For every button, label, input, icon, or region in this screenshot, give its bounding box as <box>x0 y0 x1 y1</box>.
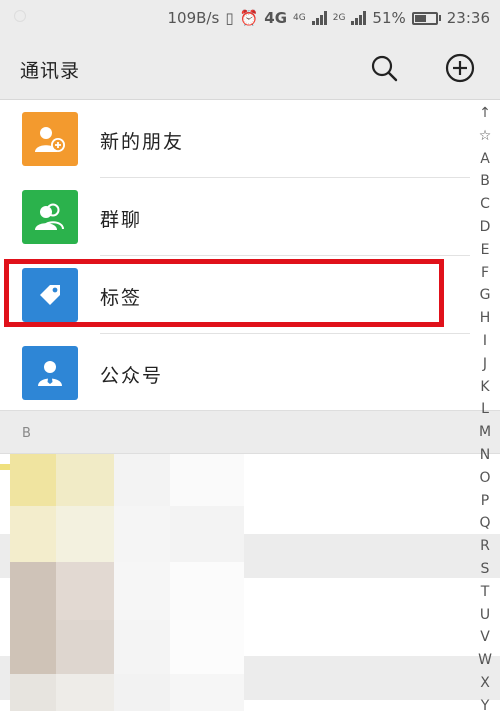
list-item-label: 公众号 <box>100 365 164 387</box>
index-letter[interactable]: C <box>480 193 490 216</box>
status-bar: 109B/s ▯ ⏰ 4G 4G 2G 51% 23:36 <box>0 0 500 36</box>
add-friend-icon <box>22 112 78 166</box>
index-letter[interactable]: ↑ <box>479 102 491 125</box>
battery-icon <box>411 11 441 25</box>
page-title: 通讯录 <box>20 60 81 82</box>
index-letter[interactable]: K <box>480 376 489 399</box>
app-header: 通讯录 <box>0 36 500 100</box>
index-letter[interactable]: J <box>483 353 487 376</box>
index-letter[interactable]: M <box>479 421 491 444</box>
add-button[interactable] <box>444 52 476 84</box>
index-letter[interactable]: A <box>480 148 490 171</box>
index-letter[interactable]: Q <box>479 512 490 535</box>
group-chat-icon <box>22 190 78 244</box>
index-letter[interactable]: U <box>480 604 490 627</box>
blurred-contacts <box>0 454 500 711</box>
highlight-annotation <box>4 259 444 327</box>
clock: 23:36 <box>446 9 490 27</box>
index-letter[interactable]: P <box>481 490 489 513</box>
index-letter[interactable]: R <box>480 535 490 558</box>
official-account-icon <box>22 346 78 400</box>
list-item-label: 群聊 <box>100 209 143 231</box>
index-letter[interactable]: H <box>480 307 491 330</box>
index-letter[interactable]: Y <box>481 695 490 711</box>
alphabet-index-bar[interactable]: ↑ ☆ A B C D E F G H I J K L M N O P Q R S T U V W X Y <box>470 100 500 711</box>
index-letter[interactable]: X <box>480 672 490 695</box>
section-header: B <box>0 410 500 454</box>
alarm-icon: ⏰ <box>239 9 259 27</box>
index-letter[interactable]: ☆ <box>479 125 492 148</box>
index-letter[interactable]: I <box>483 330 487 353</box>
index-letter[interactable]: F <box>481 262 489 285</box>
search-button[interactable] <box>368 52 400 84</box>
list-item-label: 新的朋友 <box>100 131 185 153</box>
signal-icon <box>311 11 327 25</box>
network-4g-label: 4G <box>264 9 288 27</box>
index-letter[interactable]: L <box>481 398 489 421</box>
signal-2g-icon <box>351 11 367 25</box>
index-letter[interactable]: G <box>480 284 491 307</box>
network-4g-small-label: 4G <box>293 13 306 23</box>
search-icon <box>371 55 398 82</box>
list-item-group-chats[interactable]: 群聊 <box>0 178 470 256</box>
vibrate-icon: ▯ <box>225 9 234 27</box>
index-letter[interactable]: T <box>481 581 490 604</box>
network-2g-label: 2G <box>332 13 346 23</box>
index-letter[interactable]: O <box>479 467 490 490</box>
index-letter[interactable]: D <box>480 216 491 239</box>
section-letter: B <box>22 426 31 441</box>
list-item-new-friends[interactable]: 新的朋友 <box>0 100 470 178</box>
battery-percent: 51% <box>372 9 406 27</box>
index-letter[interactable]: B <box>480 170 490 193</box>
index-letter[interactable]: N <box>480 444 490 467</box>
list-item-official-accounts[interactable]: 公众号 <box>0 334 470 412</box>
contacts-function-list: 新的朋友 群聊 标签 公众号 <box>0 100 470 412</box>
plus-circle-icon <box>445 53 475 83</box>
index-letter[interactable]: S <box>481 558 490 581</box>
net-speed: 109B/s <box>167 9 220 27</box>
index-letter[interactable]: W <box>478 649 492 672</box>
index-letter[interactable]: V <box>480 626 490 649</box>
notification-icon <box>14 10 26 22</box>
index-letter[interactable]: E <box>481 239 490 262</box>
